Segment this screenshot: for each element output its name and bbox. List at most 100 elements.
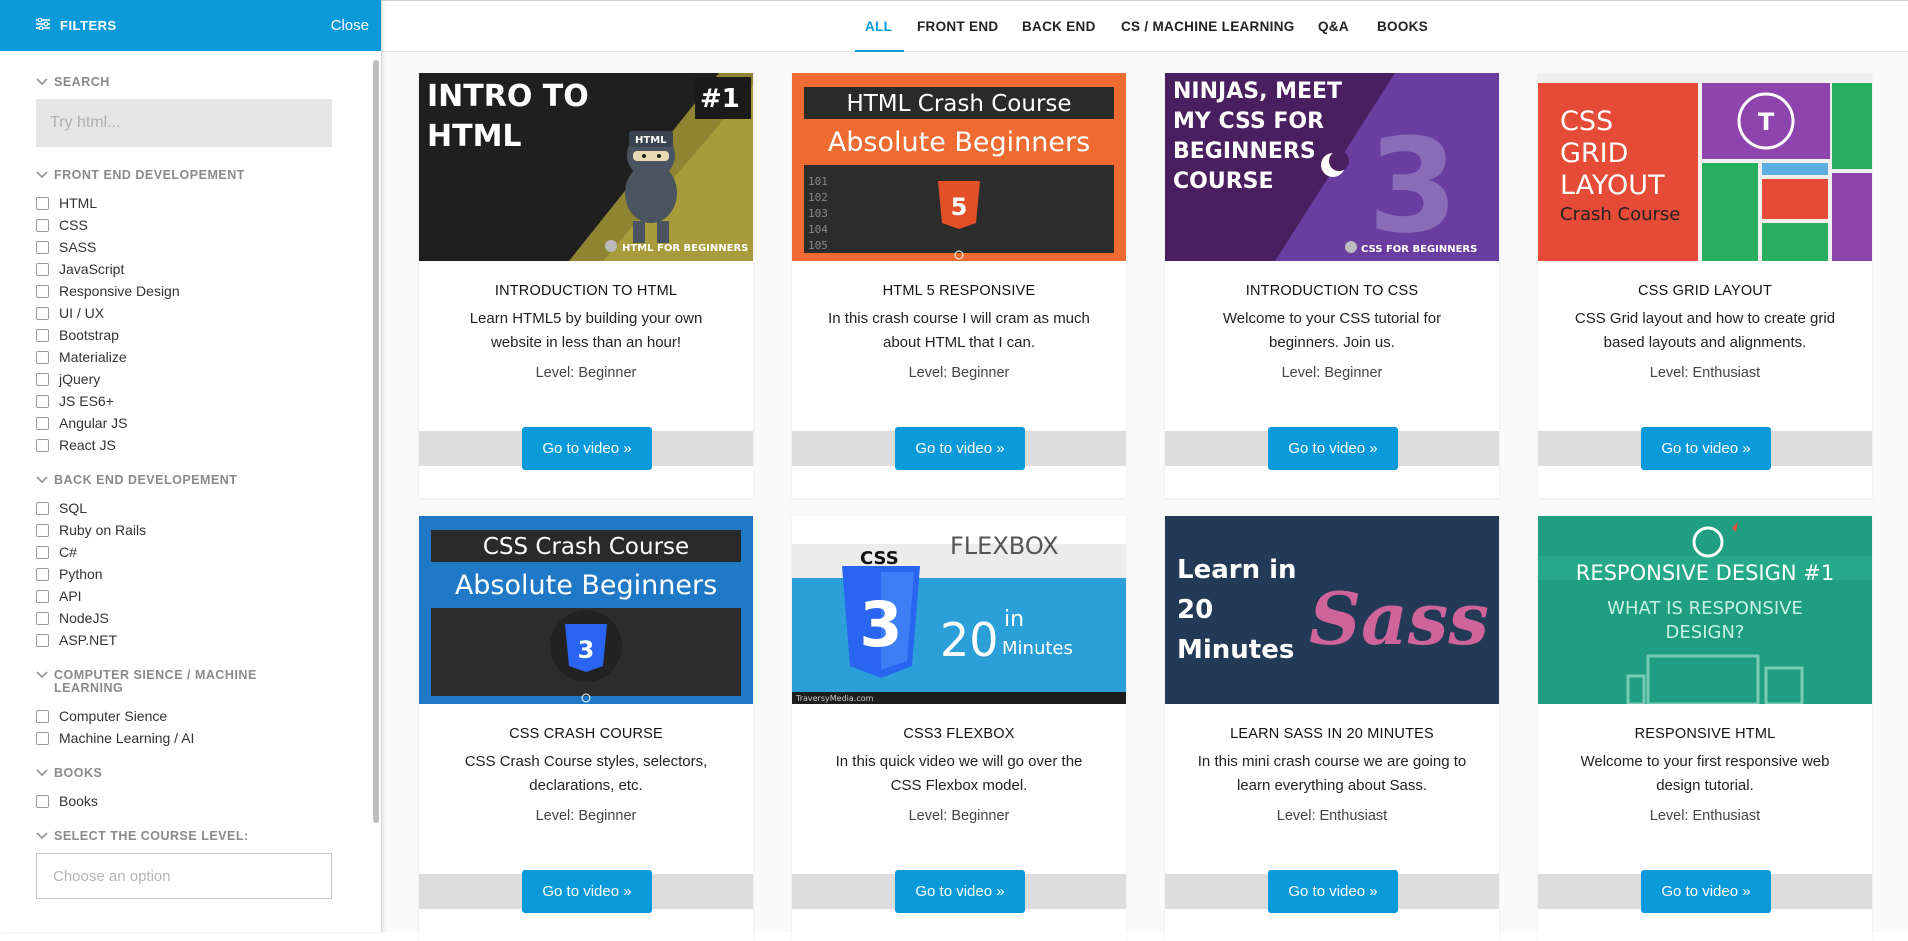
go-to-video-button[interactable]: Go to video » bbox=[522, 870, 652, 913]
card-title: LEARN SASS IN 20 MINUTES bbox=[1230, 726, 1434, 742]
checkbox[interactable] bbox=[36, 372, 49, 386]
checkbox[interactable] bbox=[36, 350, 49, 364]
filter-option-css[interactable]: CSS bbox=[36, 214, 381, 236]
card-level: Level: Beginner bbox=[535, 365, 637, 381]
course-thumbnail[interactable]: RESPONSIVE DESIGN #1 WHAT IS RESPONSIVE … bbox=[1538, 516, 1872, 704]
card-title: CSS CRASH COURSE bbox=[509, 726, 663, 742]
checkbox[interactable] bbox=[36, 328, 49, 342]
search-input[interactable] bbox=[36, 99, 332, 147]
filter-option-label: Python bbox=[59, 566, 103, 582]
filter-option-sql[interactable]: SQL bbox=[36, 497, 381, 519]
filter-option-jquery[interactable]: jQuery bbox=[36, 368, 381, 390]
tab-back-end[interactable]: BACK END bbox=[1022, 1, 1096, 52]
course-thumbnail[interactable]: CSS Crash Course Absolute Beginners 3 bbox=[419, 516, 753, 704]
course-thumbnail[interactable]: HTML Crash Course Absolute Beginners 101… bbox=[792, 73, 1126, 261]
sidebar-scrollbar[interactable] bbox=[373, 60, 379, 823]
filter-option-react-js[interactable]: React JS bbox=[36, 434, 381, 456]
close-button[interactable]: Close bbox=[331, 17, 369, 34]
course-thumbnail[interactable]: Learn in 20 Minutes Sass bbox=[1165, 516, 1499, 704]
filter-option-sass[interactable]: SASS bbox=[36, 236, 381, 258]
checkbox[interactable] bbox=[36, 218, 49, 232]
course-thumbnail[interactable]: T CSS GRID LAYOUT Crash Course bbox=[1538, 73, 1872, 261]
course-thumbnail[interactable]: NINJAS, MEET MY CSS FOR BEGINNERS COURSE… bbox=[1165, 73, 1499, 261]
course-level-select[interactable]: Choose an option bbox=[36, 853, 332, 899]
chevron-down-icon bbox=[36, 830, 48, 843]
checkbox[interactable] bbox=[36, 611, 49, 625]
tab-front-end[interactable]: FRONT END bbox=[917, 1, 998, 52]
card-title: RESPONSIVE HTML bbox=[1634, 726, 1776, 742]
go-to-video-button[interactable]: Go to video » bbox=[895, 427, 1025, 470]
checkbox[interactable] bbox=[36, 731, 49, 745]
tab-books[interactable]: BOOKS bbox=[1377, 1, 1428, 52]
filter-option-python[interactable]: Python bbox=[36, 563, 381, 585]
checkbox[interactable] bbox=[36, 794, 49, 808]
checkbox[interactable] bbox=[36, 709, 49, 723]
go-to-video-button[interactable]: Go to video » bbox=[1268, 427, 1398, 470]
filter-option-bootstrap[interactable]: Bootstrap bbox=[36, 324, 381, 346]
go-to-video-button[interactable]: Go to video » bbox=[522, 427, 652, 470]
filter-option-ui-ux[interactable]: UI / UX bbox=[36, 302, 381, 324]
course-level-title[interactable]: SELECT THE COURSE LEVEL: bbox=[36, 830, 276, 843]
filter-option-angular-js[interactable]: Angular JS bbox=[36, 412, 381, 434]
course-thumbnail[interactable]: CSS 3 FLEXBOX 20 in Minutes TraversyMedi… bbox=[792, 516, 1126, 704]
checkbox[interactable] bbox=[36, 589, 49, 603]
course-card: RESPONSIVE DESIGN #1 WHAT IS RESPONSIVE … bbox=[1538, 516, 1872, 941]
checkbox[interactable] bbox=[36, 545, 49, 559]
filter-option-asp-net[interactable]: ASP.NET bbox=[36, 629, 381, 651]
tab-cs-machine-learning[interactable]: CS / MACHINE LEARNING bbox=[1121, 1, 1295, 52]
checkbox[interactable] bbox=[36, 523, 49, 537]
filter-option-machine-learning-ai[interactable]: Machine Learning / AI bbox=[36, 727, 381, 749]
search-section-title[interactable]: SEARCH bbox=[36, 76, 276, 89]
filter-option-responsive-design[interactable]: Responsive Design bbox=[36, 280, 381, 302]
card-title: INTRODUCTION TO HTML bbox=[494, 283, 678, 299]
filter-option-javascript[interactable]: JavaScript bbox=[36, 258, 381, 280]
filter-option-computer-sience[interactable]: Computer Sience bbox=[36, 705, 381, 727]
filter-section-back-end-developement[interactable]: BACK END DEVELOPEMENT bbox=[36, 474, 276, 487]
filter-option-label: Materialize bbox=[59, 349, 127, 365]
card-level: Level: Beginner bbox=[1281, 365, 1383, 381]
go-to-video-button[interactable]: Go to video » bbox=[1641, 870, 1771, 913]
checkbox[interactable] bbox=[36, 438, 49, 452]
filter-option-ruby-on-rails[interactable]: Ruby on Rails bbox=[36, 519, 381, 541]
go-to-video-button[interactable]: Go to video » bbox=[1641, 427, 1771, 470]
checkbox[interactable] bbox=[36, 262, 49, 276]
checkbox[interactable] bbox=[36, 306, 49, 320]
card-level: Level: Beginner bbox=[908, 365, 1010, 381]
tab-qa[interactable]: Q&A bbox=[1318, 1, 1349, 52]
thumb-text: Minutes bbox=[1002, 638, 1073, 659]
filter-option-html[interactable]: HTML bbox=[36, 192, 381, 214]
filter-option-api[interactable]: API bbox=[36, 585, 381, 607]
checkbox[interactable] bbox=[36, 567, 49, 581]
filter-option-label: Responsive Design bbox=[59, 283, 180, 299]
thumb-text: CSS FOR BEGINNERS bbox=[1361, 244, 1477, 255]
filter-section-books[interactable]: BOOKS bbox=[36, 767, 276, 780]
tab-all[interactable]: ALL bbox=[854, 1, 905, 52]
filter-option-label: JS ES6+ bbox=[59, 393, 114, 409]
filter-option-js-es6[interactable]: JS ES6+ bbox=[36, 390, 381, 412]
checkbox[interactable] bbox=[36, 394, 49, 408]
thumb-text: Minutes bbox=[1177, 635, 1294, 665]
filter-section-front-end-developement[interactable]: FRONT END DEVELOPEMENT bbox=[36, 169, 276, 182]
course-thumbnail[interactable]: INTRO TO HTML #1 HTML HTML FOR BEGINNERS bbox=[419, 73, 753, 261]
checkbox[interactable] bbox=[36, 284, 49, 298]
thumb-text: NINJAS, MEET bbox=[1173, 79, 1342, 104]
chevron-down-icon bbox=[36, 669, 48, 682]
checkbox[interactable] bbox=[36, 416, 49, 430]
filter-option-c[interactable]: C# bbox=[36, 541, 381, 563]
checkbox[interactable] bbox=[36, 196, 49, 210]
go-to-video-button[interactable]: Go to video » bbox=[895, 870, 1025, 913]
svg-text:3: 3 bbox=[578, 636, 595, 664]
thumb-text: HTML FOR BEGINNERS bbox=[622, 243, 748, 254]
filter-option-materialize[interactable]: Materialize bbox=[36, 346, 381, 368]
thumb-text: Absolute Beginners bbox=[828, 127, 1090, 158]
checkbox[interactable] bbox=[36, 633, 49, 647]
html5-shield-icon: 5 bbox=[938, 181, 980, 229]
checkbox[interactable] bbox=[36, 501, 49, 515]
card-description: Learn HTML5 by building your own website… bbox=[469, 310, 703, 351]
filter-option-label: API bbox=[59, 588, 82, 604]
checkbox[interactable] bbox=[36, 240, 49, 254]
filter-option-nodejs[interactable]: NodeJS bbox=[36, 607, 381, 629]
filter-option-books[interactable]: Books bbox=[36, 790, 381, 812]
filter-section-computer-sience-machine-learning[interactable]: COMPUTER SIENCE / MACHINE LEARNING bbox=[36, 669, 276, 695]
go-to-video-button[interactable]: Go to video » bbox=[1268, 870, 1398, 913]
